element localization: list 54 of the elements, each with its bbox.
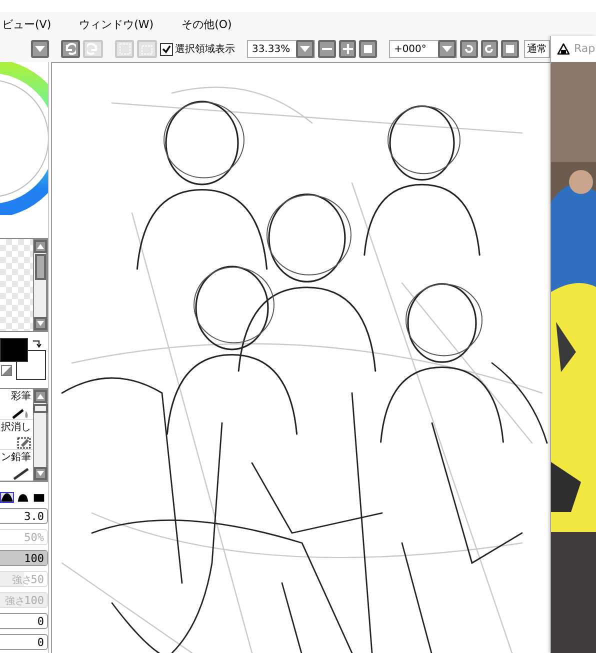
rotation-dropdown[interactable]: +000° [388,40,457,58]
up-arrow-icon [36,244,44,249]
rotate-right-button[interactable] [480,40,498,58]
redo-icon [87,43,100,55]
rotate-right-icon [484,44,494,54]
zoom-dropdown[interactable]: 33.33% [246,40,315,58]
rotate-left-button[interactable] [460,40,478,58]
down-arrow-icon [36,471,44,476]
zoom-reset-button[interactable] [359,40,378,58]
rotate-left-icon [464,44,474,54]
scroll-up-button[interactable] [34,240,46,253]
foreground-color-swatch[interactable] [0,338,28,362]
pencil-icon [13,468,31,480]
reset-colors-icon[interactable] [1,365,12,376]
window-title: Rap [574,42,596,56]
dropdown-button[interactable] [438,40,456,58]
square-icon [506,45,514,53]
down-arrow-icon [36,321,44,326]
rotation-reset-button[interactable] [501,40,520,58]
undo-button[interactable] [60,40,80,58]
square-icon [364,45,372,53]
checkbox-label: 選択領域表示 [175,42,236,56]
dropdown-button[interactable] [296,40,314,58]
brush-shape-button[interactable] [32,492,46,503]
zoom-in-button[interactable] [338,40,356,58]
caret-icon [34,46,45,52]
scroll-down-button[interactable] [34,467,46,480]
caret-icon [300,46,310,52]
undo-icon [64,43,76,55]
selection-icon [118,43,131,55]
scroll-up-button[interactable] [34,390,46,403]
dropdown-button[interactable] [31,40,49,58]
scroll-thumb[interactable] [34,254,46,280]
menu-item[interactable]: ビュー(V) [0,16,54,32]
scroll-thumb[interactable] [32,404,48,413]
brush-shape-button[interactable] [16,492,30,503]
deselect-icon [141,43,154,55]
zoom-out-button[interactable] [318,40,336,58]
blend-mode-dropdown[interactable]: 通常 [524,40,550,58]
menu-item[interactable]: ウィンドウ(W) [77,16,156,32]
value-field[interactable]: 0 [0,613,48,629]
menu-item[interactable]: その他(O) [180,16,234,32]
slider[interactable]: 100 [0,550,48,566]
plus-icon [342,44,352,54]
value-field[interactable]: 3.0 [0,508,48,524]
eraser-icon [17,437,31,450]
checkbox[interactable] [160,42,174,56]
caret-icon [442,46,452,52]
up-arrow-icon [36,394,44,399]
color-wheel[interactable] [0,62,48,215]
swap-colors-icon[interactable] [32,338,42,348]
scroll-down-button[interactable] [34,317,46,330]
value-field[interactable]: 0 [0,634,48,650]
brush-shape-button[interactable] [0,492,14,503]
